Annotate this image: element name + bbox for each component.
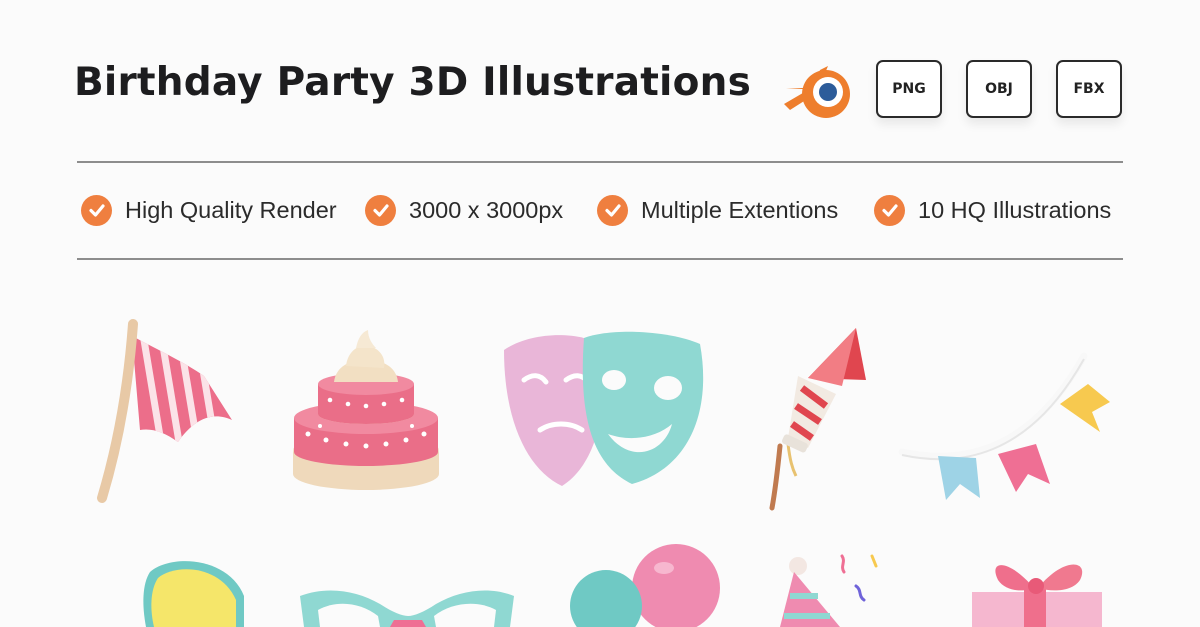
feature-list: High Quality Render 3000 x 3000px Multip… <box>81 192 1126 228</box>
party-eye-mask-icon <box>300 590 514 627</box>
bottom-divider <box>77 258 1123 260</box>
fbx-format-badge: FBX <box>1056 60 1122 118</box>
check-circle-icon <box>365 194 396 226</box>
check-circle-icon <box>81 194 112 226</box>
feature-item: 10 HQ Illustrations <box>874 192 1111 228</box>
party-hat-icon <box>780 554 878 627</box>
blender-logo-icon <box>784 66 850 118</box>
feature-label: 3000 x 3000px <box>409 196 564 223</box>
check-circle-icon <box>874 194 905 226</box>
bunting-garland-icon <box>898 352 1110 500</box>
feature-label: 10 HQ Illustrations <box>918 196 1112 223</box>
feature-item: 3000 x 3000px <box>365 192 563 228</box>
feature-item: High Quality Render <box>81 192 337 228</box>
top-divider <box>77 161 1123 163</box>
feature-label: High Quality Render <box>125 196 337 223</box>
party-flag-icon <box>97 319 232 503</box>
theater-masks-icon <box>504 331 704 486</box>
party-horn-icon <box>143 561 244 627</box>
check-circle-icon <box>597 194 628 226</box>
birthday-cake-icon <box>293 330 439 490</box>
firework-rocket-icon <box>769 328 866 511</box>
gift-box-icon <box>972 564 1102 627</box>
obj-format-badge: OBJ <box>966 60 1032 118</box>
feature-label: Multiple Extentions <box>641 196 839 223</box>
feature-item: Multiple Extentions <box>597 192 838 228</box>
png-format-badge: PNG <box>876 60 942 118</box>
balloons-icon <box>570 544 720 627</box>
page-title: Birthday Party 3D Illustrations <box>74 60 751 105</box>
